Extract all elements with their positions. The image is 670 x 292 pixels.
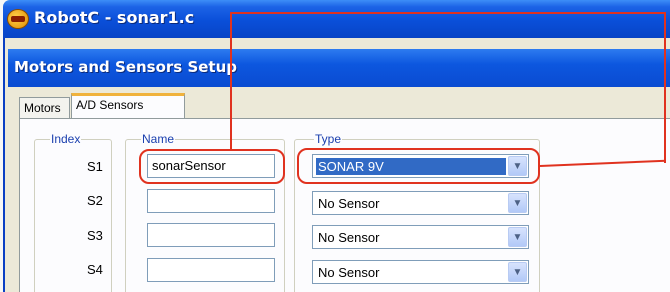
robotc-app-icon xyxy=(7,9,29,29)
sensor-type-select-s4[interactable]: No Sensor ▼ xyxy=(312,260,529,284)
sensor-name-input-s3[interactable] xyxy=(147,223,275,247)
sensor-name-input-s4[interactable] xyxy=(147,258,275,282)
sensor-index-s4: S4 xyxy=(87,262,103,277)
chevron-down-icon[interactable]: ▼ xyxy=(508,193,527,213)
name-column-label: Name xyxy=(141,132,176,146)
dialog-title: Motors and Sensors Setup xyxy=(14,58,238,76)
sensor-type-value-s3: No Sensor xyxy=(318,230,380,245)
sensor-type-select-s3[interactable]: No Sensor ▼ xyxy=(312,225,529,249)
sensor-type-value-s2: No Sensor xyxy=(318,196,380,211)
name-highlight-annotation xyxy=(139,149,285,184)
dialog-title-bar[interactable]: Motors and Sensors Setup xyxy=(8,49,670,87)
tab-motors[interactable]: Motors xyxy=(19,97,70,118)
window-title: RobotC - sonar1.c xyxy=(34,8,195,27)
sensor-index-s3: S3 xyxy=(87,228,103,243)
sensor-type-select-s2[interactable]: No Sensor ▼ xyxy=(312,191,529,215)
annotation-line xyxy=(230,12,666,14)
sensor-type-value-s4: No Sensor xyxy=(318,265,380,280)
annotation-line xyxy=(230,13,232,150)
type-highlight-annotation xyxy=(297,148,540,184)
chevron-down-icon[interactable]: ▼ xyxy=(508,262,527,282)
sensor-index-s2: S2 xyxy=(87,193,103,208)
annotation-line xyxy=(664,12,666,163)
chevron-down-icon[interactable]: ▼ xyxy=(508,227,527,247)
sensor-name-input-s2[interactable] xyxy=(147,189,275,213)
type-column-label: Type xyxy=(314,132,343,146)
sensor-index-s1: S1 xyxy=(87,159,103,174)
window-title-bar[interactable]: RobotC - sonar1.c xyxy=(3,0,670,38)
tab-ad-sensors[interactable]: A/D Sensors xyxy=(71,93,185,119)
index-column-label: Index xyxy=(50,132,82,146)
